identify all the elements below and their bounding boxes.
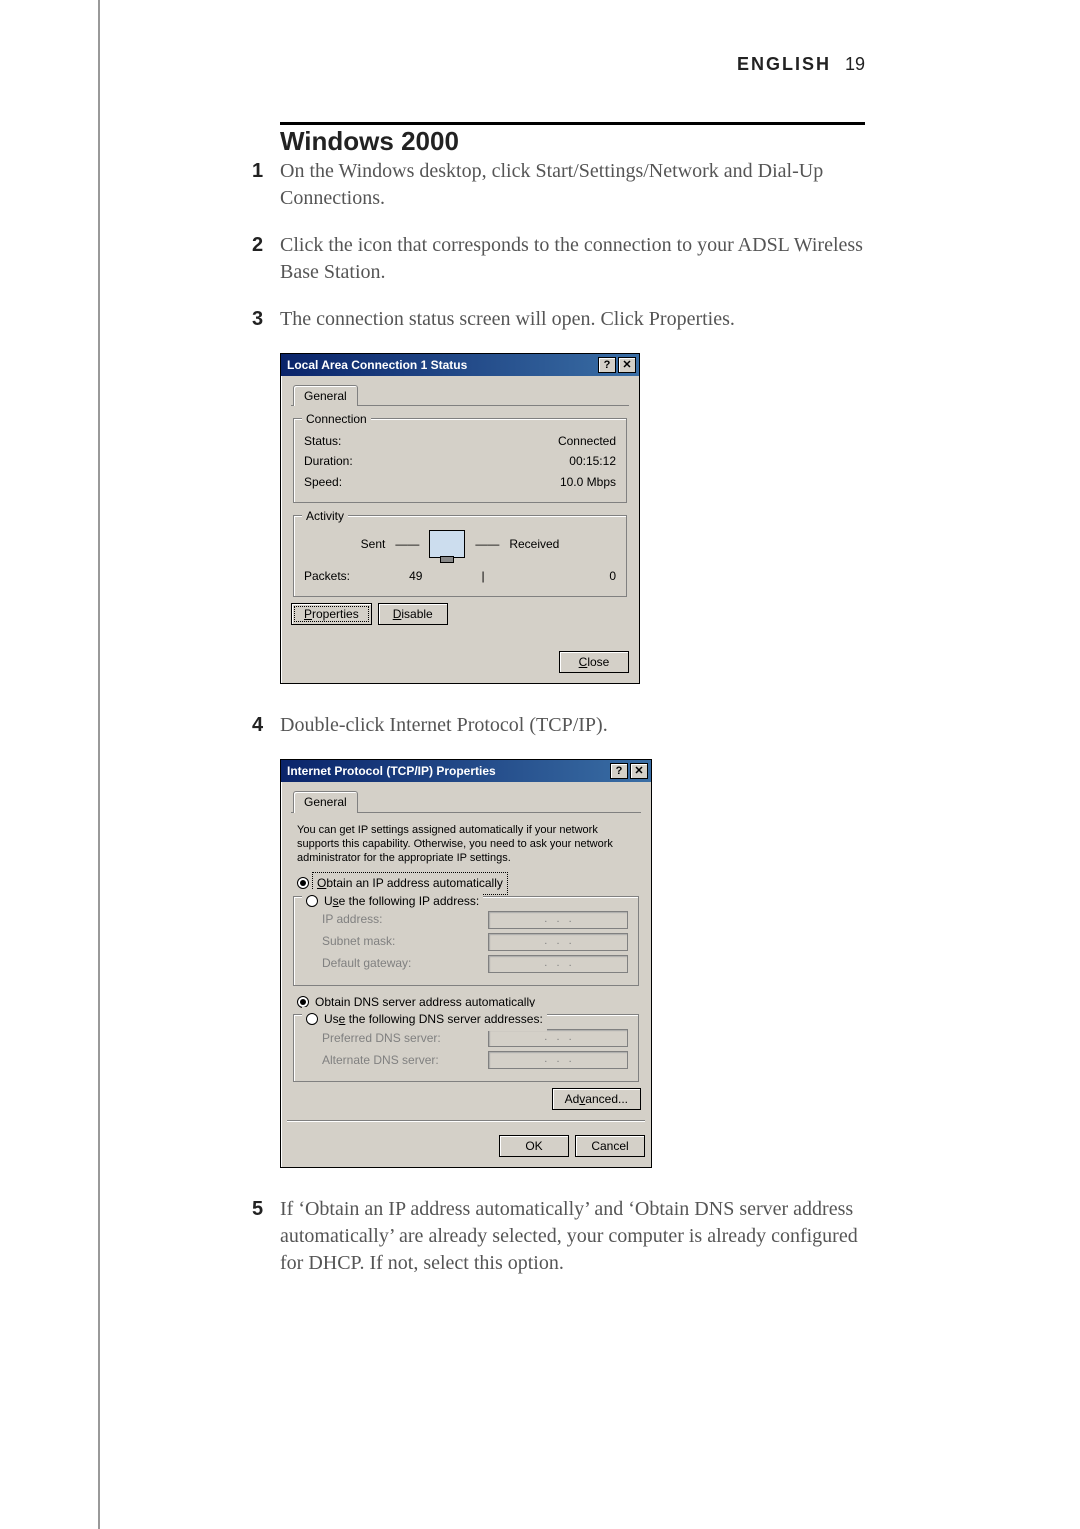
subnet-mask-label: Subnet mask: bbox=[322, 933, 395, 949]
group-legend: Connection bbox=[302, 411, 371, 427]
step-2: 2 Click the icon that corresponds to the… bbox=[252, 232, 865, 286]
step-number: 4 bbox=[252, 712, 280, 739]
step-number: 1 bbox=[252, 158, 280, 212]
subnet-mask-field: . . . bbox=[488, 933, 628, 951]
received-label: Received bbox=[509, 536, 559, 552]
help-icon[interactable]: ? bbox=[598, 357, 616, 373]
step-3: 3 The connection status screen will open… bbox=[252, 306, 865, 333]
status-label: Status: bbox=[304, 433, 341, 449]
ip-address-label: IP address: bbox=[322, 911, 382, 927]
header-page-number: 19 bbox=[845, 54, 865, 75]
duration-label: Duration: bbox=[304, 453, 353, 469]
packets-label: Packets: bbox=[304, 568, 350, 584]
content-column: 1 On the Windows desktop, click Start/Se… bbox=[252, 158, 865, 1297]
close-icon[interactable]: ✕ bbox=[618, 357, 636, 373]
step-1: 1 On the Windows desktop, click Start/Se… bbox=[252, 158, 865, 212]
ip-address-field: . . . bbox=[488, 911, 628, 929]
step-text: Click the icon that corresponds to the c… bbox=[280, 232, 865, 286]
alternate-dns-label: Alternate DNS server: bbox=[322, 1052, 439, 1068]
titlebar[interactable]: Internet Protocol (TCP/IP) Properties ? … bbox=[281, 760, 651, 782]
default-gateway-label: Default gateway: bbox=[322, 955, 411, 971]
radio-use-ip[interactable]: Use the following IP address:Use the fol… bbox=[306, 893, 479, 909]
received-value: 0 bbox=[485, 568, 616, 584]
speed-label: Speed: bbox=[304, 474, 342, 490]
page-header: ENGLISH 19 bbox=[280, 54, 865, 75]
step-text: The connection status screen will open. … bbox=[280, 306, 865, 333]
group-legend: Activity bbox=[302, 508, 348, 524]
group-connection: Connection Status:Connected Duration:00:… bbox=[293, 418, 627, 503]
network-activity-icon bbox=[429, 530, 465, 558]
alternate-dns-field: . . . bbox=[488, 1051, 628, 1069]
header-language: ENGLISH bbox=[737, 54, 831, 75]
tabstrip: General bbox=[291, 384, 629, 406]
dialog-tcpip-properties: Internet Protocol (TCP/IP) Properties ? … bbox=[280, 759, 652, 1168]
dialog-title: Internet Protocol (TCP/IP) Properties bbox=[287, 763, 608, 779]
ok-button[interactable]: OK bbox=[499, 1135, 569, 1157]
properties-button[interactable]: PPropertiesroperties bbox=[291, 603, 372, 625]
tabstrip: General bbox=[291, 790, 641, 812]
duration-value: 00:15:12 bbox=[569, 453, 616, 469]
sent-label: Sent bbox=[361, 536, 386, 552]
group-use-ip: Use the following IP address:Use the fol… bbox=[293, 896, 639, 986]
radio-use-dns[interactable]: Use the following DNS server addresses:U… bbox=[306, 1011, 543, 1027]
dialog-title: Local Area Connection 1 Status bbox=[287, 357, 596, 373]
tab-general[interactable]: General bbox=[293, 385, 358, 406]
group-activity: Activity Sent —— —— Received Packets: 49… bbox=[293, 515, 627, 597]
cancel-button[interactable]: Cancel bbox=[575, 1135, 645, 1157]
dialog-connection-status: Local Area Connection 1 Status ? ✕ Gener… bbox=[280, 353, 640, 684]
disable-button[interactable]: DisableDisable bbox=[378, 603, 448, 625]
section-divider bbox=[280, 122, 865, 125]
speed-value: 10.0 Mbps bbox=[560, 474, 616, 490]
step-number: 5 bbox=[252, 1196, 280, 1277]
step-text: Double-click Internet Protocol (TCP/IP). bbox=[280, 712, 865, 739]
step-5: 5 If ‘Obtain an IP address automatically… bbox=[252, 1196, 865, 1277]
step-text: On the Windows desktop, click Start/Sett… bbox=[280, 158, 865, 212]
tab-general[interactable]: General bbox=[293, 791, 358, 812]
section-title: Windows 2000 bbox=[280, 126, 459, 157]
group-use-dns: Use the following DNS server addresses:U… bbox=[293, 1014, 639, 1082]
advanced-button[interactable]: Advanced...Advanced... bbox=[552, 1088, 641, 1110]
status-value: Connected bbox=[558, 433, 616, 449]
preferred-dns-field: . . . bbox=[488, 1029, 628, 1047]
dialog-intro-text: You can get IP settings assigned automat… bbox=[291, 813, 641, 866]
radio-dot-icon bbox=[306, 1013, 318, 1025]
help-icon[interactable]: ? bbox=[610, 763, 628, 779]
step-number: 2 bbox=[252, 232, 280, 286]
step-4: 4 Double-click Internet Protocol (TCP/IP… bbox=[252, 712, 865, 739]
step-number: 3 bbox=[252, 306, 280, 333]
close-icon[interactable]: ✕ bbox=[630, 763, 648, 779]
default-gateway-field: . . . bbox=[488, 955, 628, 973]
step-text: If ‘Obtain an IP address automatically’ … bbox=[280, 1196, 865, 1277]
close-button[interactable]: CloseClose bbox=[559, 651, 629, 673]
left-margin-rule bbox=[98, 0, 100, 1529]
titlebar[interactable]: Local Area Connection 1 Status ? ✕ bbox=[281, 354, 639, 376]
preferred-dns-label: Preferred DNS server: bbox=[322, 1030, 441, 1046]
radio-dot-icon bbox=[306, 895, 318, 907]
sent-value: 49 bbox=[350, 568, 481, 584]
